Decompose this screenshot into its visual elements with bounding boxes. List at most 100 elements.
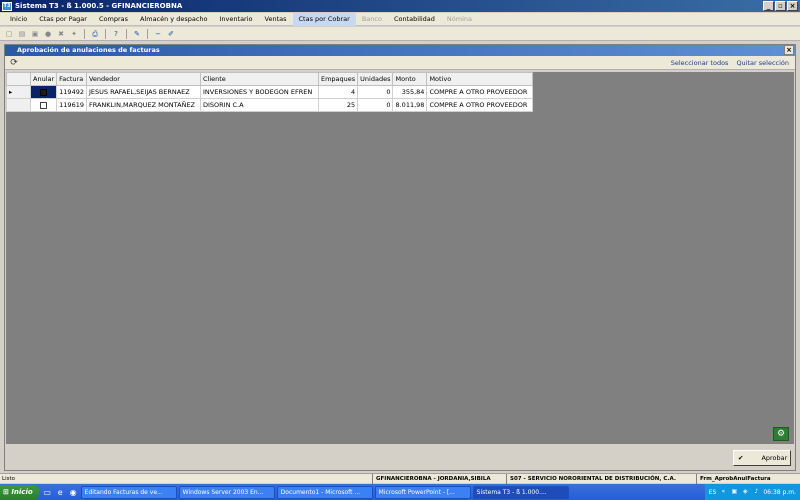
window-title: Sistema T3 - ß 1.000.5 - GFINANCIEROBNA: [15, 2, 183, 10]
save-icon[interactable]: ▣: [30, 29, 40, 39]
title-bar: T3 Sistema T3 - ß 1.000.5 - GFINANCIEROB…: [0, 0, 800, 12]
child-window: Aprobación de anulaciones de facturas × …: [4, 44, 796, 471]
status-user: GFINANCIEROBNA - JORDANIA,SIBILA: [372, 473, 506, 484]
table-row[interactable]: ▸ 119492 JESUS RAFAEL,SEIJAS BERNAEZ INV…: [6, 85, 534, 99]
anular-checkbox[interactable]: [29, 98, 58, 112]
monto-cell: 355,84: [392, 85, 428, 99]
table-row[interactable]: 119619 FRANKLIN,MARQUEZ MONTAÑEZ DISORIN…: [6, 98, 534, 112]
column-header[interactable]: Monto: [392, 72, 428, 86]
gear-icon[interactable]: ⚙: [773, 427, 789, 441]
row-selector-icon: ▸: [6, 85, 31, 99]
open-icon[interactable]: ▤: [17, 29, 27, 39]
cliente-cell: INVERSIONES Y BODEGON EFREN: [199, 85, 319, 99]
vendedor-cell: FRANKLIN,MARQUEZ MONTAÑEZ: [85, 98, 201, 112]
clock: 06:38 p.m.: [763, 488, 796, 496]
motivo-cell: COMPRE A OTRO PROVEEDOR: [426, 85, 534, 99]
unidades-cell: 0: [357, 85, 394, 99]
status-company: S07 - SERVICIO NORORIENTAL DE DISTRIBUCI…: [506, 473, 696, 484]
menu-item[interactable]: Inventario: [214, 13, 259, 26]
toolbar-separator: [105, 28, 106, 39]
column-header[interactable]: Factura: [56, 72, 87, 86]
tray-expand-icon[interactable]: «: [719, 488, 727, 496]
taskbar: ⊞ Inicio ▭ e ◉ Editando Facturas de ve..…: [0, 484, 800, 500]
menu-bar: Inicio Ctas por Pagar Compras Almacén y des…: [0, 12, 800, 26]
browser-icon[interactable]: ◉: [68, 487, 79, 498]
taskbar-button[interactable]: Microsoft PowerPoint - [...: [374, 485, 471, 499]
close-button[interactable]: ×: [787, 1, 798, 11]
delete-icon[interactable]: ✖: [56, 29, 66, 39]
cliente-cell: DISORIN C.A: [199, 98, 319, 112]
column-header[interactable]: Vendedor: [85, 72, 201, 86]
clear-selection-link[interactable]: Quitar selección: [736, 59, 789, 67]
record-icon[interactable]: ●: [43, 29, 53, 39]
checkbox-icon[interactable]: [40, 101, 48, 109]
toolbar-separator: [84, 28, 85, 39]
menu-item[interactable]: Compras: [93, 13, 134, 26]
start-button[interactable]: ⊞ Inicio: [0, 484, 39, 500]
approve-label: Aprobar: [761, 454, 788, 462]
empaques-cell: 4: [317, 85, 359, 99]
system-tray: ES « ▣ ◈ ♪ 06:38 p.m.: [704, 484, 800, 500]
column-header[interactable]: Anular: [29, 72, 58, 86]
taskbar-button[interactable]: Editando Facturas de ve...: [80, 485, 177, 499]
column-header[interactable]: Cliente: [199, 72, 319, 86]
print-icon[interactable]: ⎙: [90, 29, 100, 39]
paint-icon[interactable]: ✎: [132, 29, 142, 39]
invoice-grid: Anular Factura Vendedor Cliente Empaques…: [6, 72, 534, 112]
row-header-corner: [6, 72, 31, 86]
menu-item[interactable]: Almacén y despacho: [134, 13, 214, 26]
checkbox-icon[interactable]: [40, 88, 48, 96]
child-close-button[interactable]: ×: [784, 45, 794, 55]
menu-item[interactable]: Ctas por Pagar: [33, 13, 93, 26]
toolbar-separator: [147, 28, 148, 39]
taskbar-button[interactable]: Documento1 - Microsoft ...: [276, 485, 373, 499]
show-desktop-icon[interactable]: ▭: [42, 487, 53, 498]
refresh-icon[interactable]: ⟳: [9, 58, 19, 68]
monto-cell: 8.011,98: [392, 98, 428, 112]
child-title-bar: Aprobación de anulaciones de facturas ×: [5, 45, 795, 56]
row-selector: [6, 98, 31, 112]
column-header[interactable]: Empaques: [317, 72, 359, 86]
anular-checkbox[interactable]: [29, 85, 58, 99]
unidades-cell: 0: [357, 98, 394, 112]
child-toolbar: ⟳ Seleccionar todos Quitar selección: [5, 56, 795, 70]
restore-button[interactable]: ▫: [775, 1, 786, 11]
column-header[interactable]: Motivo: [426, 72, 534, 86]
minimize-button[interactable]: _: [763, 1, 774, 11]
vendedor-cell: JESUS RAFAEL,SEIJAS BERNAEZ: [85, 85, 201, 99]
taskbar-button[interactable]: Sistema T3 - ß 1.000....: [472, 485, 569, 499]
status-bar: Listo GFINANCIEROBNA - JORDANIA,SIBILA S…: [0, 473, 800, 484]
status-form: Frm_AprobAnulFactura: [696, 473, 796, 484]
tag-icon[interactable]: ✦: [69, 29, 79, 39]
status-ready: Listo: [2, 475, 15, 482]
internet-explorer-icon[interactable]: e: [55, 487, 66, 498]
volume-icon[interactable]: ♪: [752, 488, 760, 496]
approve-button[interactable]: ✔ Aprobar: [733, 450, 791, 466]
menu-item[interactable]: Inicio: [4, 13, 33, 26]
grid-area: Anular Factura Vendedor Cliente Empaques…: [6, 72, 794, 444]
toolbar-separator: [126, 28, 127, 39]
menu-item[interactable]: Banco: [356, 13, 388, 26]
minus-icon[interactable]: −: [153, 29, 163, 39]
menu-item[interactable]: Nómina: [441, 13, 478, 26]
column-header[interactable]: Unidades: [357, 72, 394, 86]
motivo-cell: COMPRE A OTRO PROVEEDOR: [426, 98, 534, 112]
empaques-cell: 25: [317, 98, 359, 112]
help-icon[interactable]: ?: [111, 29, 121, 39]
menu-item[interactable]: Ventas: [259, 13, 293, 26]
language-indicator[interactable]: ES: [709, 489, 717, 496]
select-all-link[interactable]: Seleccionar todos: [671, 59, 729, 67]
factura-cell: 119619: [56, 98, 87, 112]
network-icon[interactable]: ▣: [730, 488, 738, 496]
pen-icon[interactable]: ✐: [166, 29, 176, 39]
factura-cell: 119492: [56, 85, 87, 99]
taskbar-button[interactable]: Windows Server 2003 En...: [178, 485, 275, 499]
main-toolbar: ▢ ▤ ▣ ● ✖ ✦ ⎙ ? ✎ − ✐: [0, 27, 800, 41]
new-icon[interactable]: ▢: [4, 29, 14, 39]
menu-item[interactable]: Contabilidad: [388, 13, 441, 26]
checkmark-icon: ✔: [738, 454, 744, 462]
antivirus-icon[interactable]: ◈: [741, 488, 749, 496]
child-title: Aprobación de anulaciones de facturas: [17, 46, 160, 54]
menu-item[interactable]: Ctas por Cobrar: [292, 12, 356, 26]
app-icon: T3: [2, 1, 12, 11]
